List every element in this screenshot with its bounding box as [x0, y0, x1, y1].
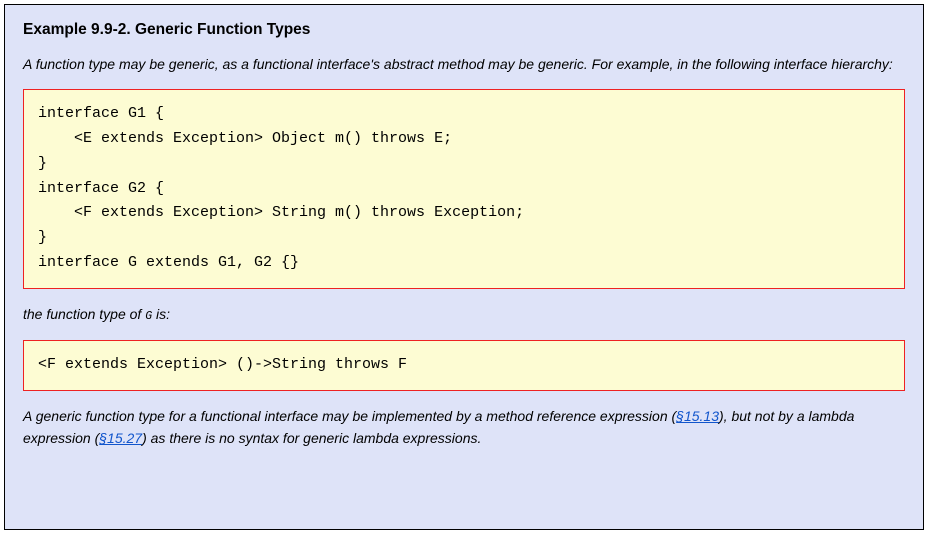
example-mid: the function type of G is:	[23, 303, 905, 326]
code-block-2: <F extends Exception> ()->String throws …	[23, 340, 905, 391]
outro-text-1: A generic function type for a functional…	[23, 408, 676, 424]
link-15-27[interactable]: §15.27	[99, 430, 142, 446]
mid-text-post: is:	[152, 306, 170, 322]
link-15-13[interactable]: §15.13	[676, 408, 719, 424]
example-outro: A generic function type for a functional…	[23, 405, 905, 450]
example-box: Example 9.9-2. Generic Function Types A …	[4, 4, 924, 530]
code-block-1: interface G1 { <E extends Exception> Obj…	[23, 89, 905, 288]
example-intro: A function type may be generic, as a fun…	[23, 53, 905, 75]
mid-text-pre: the function type of	[23, 306, 145, 322]
outro-text-3: ) as there is no syntax for generic lamb…	[142, 430, 481, 446]
example-title: Example 9.9-2. Generic Function Types	[23, 21, 905, 39]
